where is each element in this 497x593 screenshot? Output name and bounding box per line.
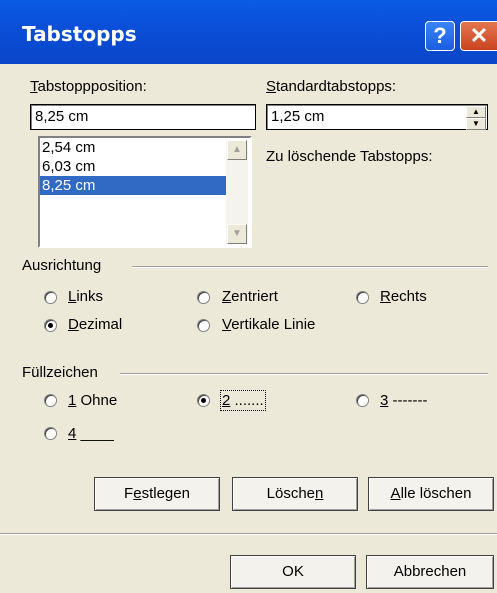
delete-all-button[interactable]: Alle löschen bbox=[368, 477, 494, 511]
dialog-title: Tabstopps bbox=[22, 22, 137, 46]
delete-button[interactable]: Löschen bbox=[232, 477, 358, 511]
radio-vertical-line[interactable] bbox=[197, 319, 210, 332]
radio-leader-dots[interactable] bbox=[197, 394, 210, 407]
cancel-button[interactable]: Abbrechen bbox=[366, 555, 494, 589]
spin-up-icon[interactable]: ▲ bbox=[466, 106, 486, 118]
spin-down-icon[interactable]: ▼ bbox=[466, 118, 486, 130]
radio-leader-dots-label: 2 ....... bbox=[220, 390, 266, 411]
radio-vertical-line-label: Vertikale Linie bbox=[222, 316, 316, 333]
tabstop-position-input[interactable]: 8,25 cm bbox=[30, 104, 256, 130]
close-button[interactable]: ✕ bbox=[460, 21, 497, 51]
separator bbox=[0, 533, 497, 535]
default-tabs-label: Standardtabstopps: bbox=[266, 78, 397, 95]
radio-decimal-label: Dezimal bbox=[68, 316, 123, 333]
tabstop-list[interactable]: 2,54 cm 6,03 cm 8,25 cm ▲ ▼ bbox=[38, 136, 252, 248]
radio-left-label: Links bbox=[68, 288, 104, 305]
radio-leader-underline-label: 4 ____ bbox=[68, 425, 114, 442]
list-item[interactable]: 2,54 cm bbox=[40, 138, 250, 157]
radio-leader-dashes[interactable] bbox=[356, 394, 369, 407]
radio-right[interactable] bbox=[356, 291, 369, 304]
radio-left[interactable] bbox=[44, 291, 57, 304]
title-bar: Tabstopps ? ✕ bbox=[0, 0, 497, 64]
help-button[interactable]: ? bbox=[425, 21, 455, 51]
alignment-legend: Ausrichtung bbox=[22, 257, 102, 274]
leader-divider bbox=[120, 373, 488, 375]
list-item[interactable]: 6,03 cm bbox=[40, 157, 250, 176]
tabstop-position-label: Tabstoppposition: bbox=[30, 78, 147, 95]
alignment-divider bbox=[132, 266, 488, 268]
list-scrollbar[interactable]: ▲ ▼ bbox=[226, 140, 248, 244]
radio-right-label: Rechts bbox=[380, 288, 427, 305]
radio-centered-label: Zentriert bbox=[222, 288, 278, 305]
radio-leader-none-label: 1 Ohne bbox=[68, 392, 118, 409]
to-delete-label: Zu löschende Tabstopps: bbox=[266, 148, 433, 165]
leader-legend: Füllzeichen bbox=[22, 364, 98, 381]
list-item[interactable]: 8,25 cm bbox=[40, 176, 226, 195]
radio-decimal[interactable] bbox=[44, 319, 57, 332]
ok-button[interactable]: OK bbox=[230, 555, 356, 589]
radio-leader-none[interactable] bbox=[44, 394, 57, 407]
set-button[interactable]: Festlegen bbox=[94, 477, 220, 511]
radio-leader-dashes-label: 3 ------- bbox=[380, 392, 428, 409]
default-tabs-input[interactable]: 1,25 cm bbox=[266, 104, 488, 130]
radio-centered[interactable] bbox=[197, 291, 210, 304]
radio-leader-underline[interactable] bbox=[44, 427, 57, 440]
scroll-up-icon[interactable]: ▲ bbox=[227, 140, 247, 160]
scroll-down-icon[interactable]: ▼ bbox=[227, 224, 247, 244]
